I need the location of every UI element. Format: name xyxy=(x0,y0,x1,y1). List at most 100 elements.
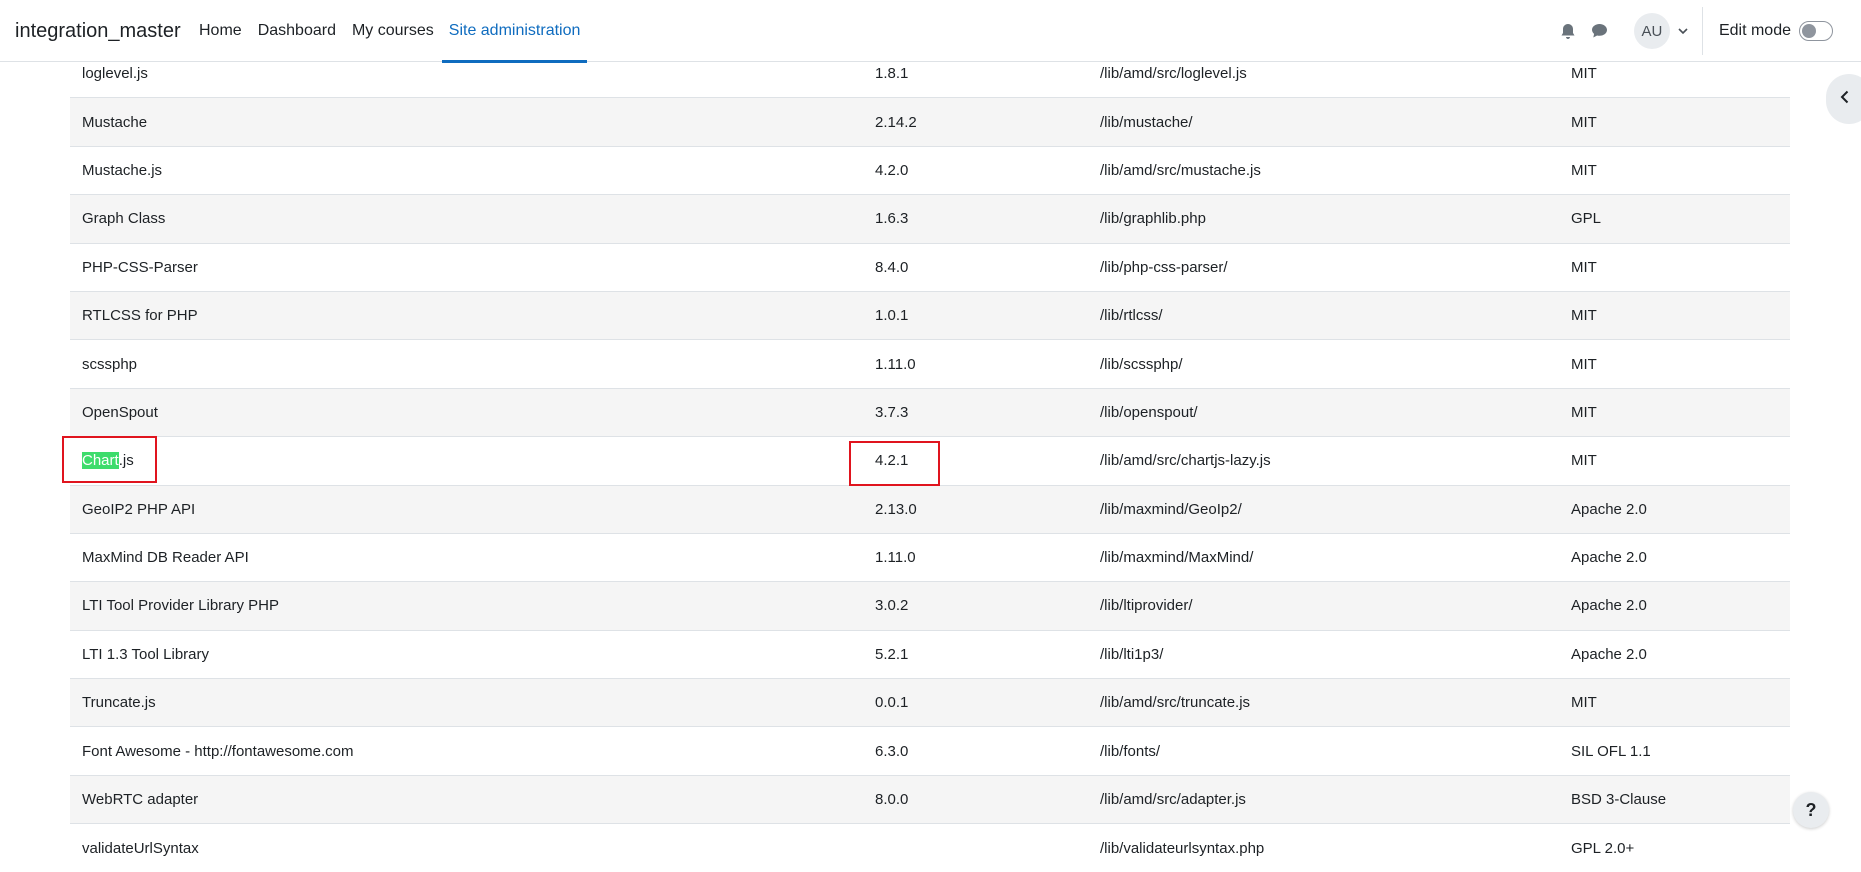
library-version-cell: 3.0.2 xyxy=(863,582,1088,630)
library-version-cell: 0.0.1 xyxy=(863,679,1088,727)
library-location-cell: /lib/openspout/ xyxy=(1088,388,1559,436)
library-license-cell: MIT xyxy=(1559,146,1790,194)
site-brand[interactable]: integration_master xyxy=(15,0,181,62)
library-name-cell: LTI Tool Provider Library PHP xyxy=(70,582,863,630)
library-location-cell: /lib/validateurlsyntax.php xyxy=(1088,824,1559,872)
library-license-cell: MIT xyxy=(1559,243,1790,291)
library-name-cell: MaxMind DB Reader API xyxy=(70,533,863,581)
question-mark-icon: ? xyxy=(1806,800,1817,821)
library-version-cell xyxy=(863,824,1088,872)
library-name-cell: Graph Class xyxy=(70,195,863,243)
library-version-cell: 1.0.1 xyxy=(863,291,1088,339)
table-row: LTI 1.3 Tool Library5.2.1/lib/lti1p3/Apa… xyxy=(70,630,1790,678)
help-button[interactable]: ? xyxy=(1793,792,1829,828)
library-license-cell: BSD 3-Clause xyxy=(1559,775,1790,823)
table-row: Mustache2.14.2/lib/mustache/MIT xyxy=(70,98,1790,146)
library-license-cell: MIT xyxy=(1559,437,1790,485)
library-location-cell: /lib/scssphp/ xyxy=(1088,340,1559,388)
library-version-cell: 1.11.0 xyxy=(863,533,1088,581)
table-row: GeoIP2 PHP API2.13.0/lib/maxmind/GeoIp2/… xyxy=(70,485,1790,533)
annotation-box-version xyxy=(849,441,940,486)
library-location-cell: /lib/maxmind/GeoIp2/ xyxy=(1088,485,1559,533)
library-name-cell: Chart.js xyxy=(70,437,863,485)
table-row: Graph Class1.6.3/lib/graphlib.phpGPL xyxy=(70,195,1790,243)
library-version-cell: 3.7.3 xyxy=(863,388,1088,436)
avatar: AU xyxy=(1634,13,1670,49)
edit-mode-control: Edit mode xyxy=(1719,21,1833,41)
table-row: OpenSpout3.7.3/lib/openspout/MIT xyxy=(70,388,1790,436)
library-name-cell: validateUrlSyntax xyxy=(70,824,863,872)
table-row: Truncate.js0.0.1/lib/amd/src/truncate.js… xyxy=(70,679,1790,727)
library-version-cell: 8.0.0 xyxy=(863,775,1088,823)
library-location-cell: /lib/fonts/ xyxy=(1088,727,1559,775)
table-row: PHP-CSS-Parser8.4.0/lib/php-css-parser/M… xyxy=(70,243,1790,291)
library-license-cell: Apache 2.0 xyxy=(1559,582,1790,630)
library-version-cell: 5.2.1 xyxy=(863,630,1088,678)
navbar-divider xyxy=(1702,7,1703,55)
library-name-cell: PHP-CSS-Parser xyxy=(70,243,863,291)
nav-my-courses[interactable]: My courses xyxy=(344,0,442,62)
library-version-cell: 1.11.0 xyxy=(863,340,1088,388)
messages-chat-icon[interactable] xyxy=(1586,17,1614,45)
library-license-cell: MIT xyxy=(1559,98,1790,146)
library-name-cell: Mustache.js xyxy=(70,146,863,194)
navbar-user-area: AU Edit mode xyxy=(1554,0,1861,62)
nav-dashboard[interactable]: Dashboard xyxy=(250,0,344,62)
library-license-cell: MIT xyxy=(1559,340,1790,388)
library-name-cell: Mustache xyxy=(70,98,863,146)
library-name-cell: WebRTC adapter xyxy=(70,775,863,823)
table-row: LTI Tool Provider Library PHP3.0.2/lib/l… xyxy=(70,582,1790,630)
edit-mode-label: Edit mode xyxy=(1719,22,1791,40)
library-version-cell: 1.6.3 xyxy=(863,195,1088,243)
nav-home[interactable]: Home xyxy=(191,0,250,62)
open-drawer-button[interactable] xyxy=(1826,74,1861,124)
library-name-cell: scssphp xyxy=(70,340,863,388)
nav-site-administration[interactable]: Site administration xyxy=(442,0,588,62)
library-license-cell: SIL OFL 1.1 xyxy=(1559,727,1790,775)
library-location-cell: /lib/mustache/ xyxy=(1088,98,1559,146)
table-row: WebRTC adapter8.0.0/lib/amd/src/adapter.… xyxy=(70,775,1790,823)
library-name-cell: RTLCSS for PHP xyxy=(70,291,863,339)
table-row: validateUrlSyntax/lib/validateurlsyntax.… xyxy=(70,824,1790,872)
table-row: scssphp1.11.0/lib/scssphp/MIT xyxy=(70,340,1790,388)
table-row: MaxMind DB Reader API1.11.0/lib/maxmind/… xyxy=(70,533,1790,581)
library-license-cell: MIT xyxy=(1559,388,1790,436)
table-row: Mustache.js4.2.0/lib/amd/src/mustache.js… xyxy=(70,146,1790,194)
library-location-cell: /lib/rtlcss/ xyxy=(1088,291,1559,339)
library-location-cell: /lib/graphlib.php xyxy=(1088,195,1559,243)
library-version-cell: 6.3.0 xyxy=(863,727,1088,775)
library-location-cell: /lib/amd/src/truncate.js xyxy=(1088,679,1559,727)
library-location-cell: /lib/lti1p3/ xyxy=(1088,630,1559,678)
library-version-cell: 8.4.0 xyxy=(863,243,1088,291)
library-location-cell: /lib/amd/src/mustache.js xyxy=(1088,146,1559,194)
library-location-cell: /lib/php-css-parser/ xyxy=(1088,243,1559,291)
table-row: Font Awesome - http://fontawesome.com6.3… xyxy=(70,727,1790,775)
notifications-bell-icon[interactable] xyxy=(1554,17,1582,45)
library-version-cell: 2.14.2 xyxy=(863,98,1088,146)
library-location-cell: /lib/amd/src/adapter.js xyxy=(1088,775,1559,823)
library-name-cell: LTI 1.3 Tool Library xyxy=(70,630,863,678)
library-name-cell: GeoIP2 PHP API xyxy=(70,485,863,533)
table-row: RTLCSS for PHP1.0.1/lib/rtlcss/MIT xyxy=(70,291,1790,339)
library-location-cell: /lib/maxmind/MaxMind/ xyxy=(1088,533,1559,581)
library-license-cell: MIT xyxy=(1559,679,1790,727)
top-navbar: integration_master Home Dashboard My cou… xyxy=(0,0,1861,62)
library-license-cell: Apache 2.0 xyxy=(1559,533,1790,581)
chevron-left-icon xyxy=(1840,90,1849,109)
library-version-cell: 2.13.0 xyxy=(863,485,1088,533)
user-menu-toggle[interactable]: AU xyxy=(1634,13,1688,49)
library-license-cell: GPL 2.0+ xyxy=(1559,824,1790,872)
library-name-cell: OpenSpout xyxy=(70,388,863,436)
chevron-down-icon xyxy=(1678,28,1688,35)
library-location-cell: /lib/ltiprovider/ xyxy=(1088,582,1559,630)
edit-mode-toggle[interactable] xyxy=(1799,21,1833,41)
library-license-cell: Apache 2.0 xyxy=(1559,630,1790,678)
library-license-cell: GPL xyxy=(1559,195,1790,243)
library-name-cell: Font Awesome - http://fontawesome.com xyxy=(70,727,863,775)
library-location-cell: /lib/amd/src/chartjs-lazy.js xyxy=(1088,437,1559,485)
library-license-cell: Apache 2.0 xyxy=(1559,485,1790,533)
library-version-cell: 4.2.0 xyxy=(863,146,1088,194)
annotation-box-name xyxy=(62,436,157,483)
library-name-cell: Truncate.js xyxy=(70,679,863,727)
library-license-cell: MIT xyxy=(1559,291,1790,339)
